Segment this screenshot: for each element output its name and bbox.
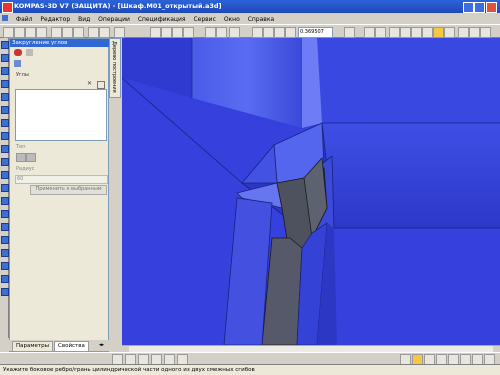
- menu-view[interactable]: Вид: [78, 16, 90, 23]
- rotate-icon[interactable]: [375, 27, 386, 38]
- perspective-icon[interactable]: [444, 27, 455, 38]
- menu-file[interactable]: Файл: [16, 16, 33, 23]
- calculator-icon[interactable]: [216, 27, 227, 38]
- section-icon[interactable]: [458, 27, 469, 38]
- properties-icon[interactable]: [150, 27, 161, 38]
- shaded-icon[interactable]: [433, 27, 444, 38]
- panel-title: Закругление углов: [10, 39, 110, 47]
- pan-icon[interactable]: [364, 27, 375, 38]
- points-tool-icon[interactable]: [1, 171, 9, 179]
- sheet-metal-tool-icon[interactable]: [1, 119, 9, 127]
- tree-tab-label: Дерево построения: [111, 41, 117, 93]
- delete-edge-icon[interactable]: ✕: [87, 81, 93, 87]
- paste-icon[interactable]: [73, 27, 84, 38]
- tree-side-tab[interactable]: Дерево построения: [109, 38, 121, 98]
- status-text: Укажите боковое ребро/грань цилиндрическ…: [3, 367, 255, 373]
- halftone-icon[interactable]: [422, 27, 433, 38]
- dimension-tool-icon[interactable]: [1, 54, 9, 62]
- zoom-field[interactable]: 0.369507: [298, 27, 333, 38]
- tab-scroll-arrows-icon[interactable]: ◂▸: [99, 342, 104, 348]
- menu-specification[interactable]: Спецификация: [138, 16, 186, 23]
- cursor-icon[interactable]: [480, 27, 491, 38]
- curves-tool-icon[interactable]: [1, 158, 9, 166]
- measure-tool-icon[interactable]: [1, 93, 9, 101]
- type-arc-icon[interactable]: [16, 153, 26, 162]
- zoom-window-icon[interactable]: [274, 27, 285, 38]
- select-tool-icon[interactable]: [1, 106, 9, 114]
- surfaces-tool-icon[interactable]: [1, 132, 9, 140]
- zoom-fit-icon[interactable]: [285, 27, 296, 38]
- view-orientation-icon[interactable]: [344, 27, 355, 38]
- variables-icon[interactable]: [172, 27, 183, 38]
- geometry-tool-icon[interactable]: [1, 41, 9, 49]
- measure-icon[interactable]: [183, 27, 194, 38]
- maximize-icon[interactable]: [474, 2, 485, 13]
- help-icon[interactable]: [114, 27, 125, 38]
- thin-lines-icon[interactable]: [411, 27, 422, 38]
- new-file-icon[interactable]: [3, 27, 14, 38]
- panel-tabs: Параметры Свойства ◂▸: [9, 340, 109, 352]
- select-edge-icon[interactable]: [14, 60, 21, 67]
- horizontal-scrollbar[interactable]: [122, 345, 500, 352]
- doc-icon: [2, 15, 8, 21]
- open-file-icon[interactable]: [14, 27, 25, 38]
- assembly-tool-icon[interactable]: [1, 223, 9, 231]
- hidden-lines-icon[interactable]: [400, 27, 411, 38]
- tab-properties[interactable]: Свойства: [54, 341, 89, 352]
- extra-tool-icon[interactable]: [1, 288, 9, 296]
- planes-tool-icon[interactable]: [1, 184, 9, 192]
- main-toolbar: 0.369507: [0, 24, 500, 38]
- save-icon[interactable]: [25, 27, 36, 38]
- type-fillet-icon[interactable]: [26, 153, 36, 162]
- print-icon[interactable]: [36, 27, 47, 38]
- axis-tool-icon[interactable]: [1, 197, 9, 205]
- menu-operations[interactable]: Операции: [98, 16, 130, 23]
- status-bar: Укажите боковое ребро/грань цилиндрическ…: [0, 364, 500, 375]
- library-icon[interactable]: [205, 27, 216, 38]
- apply-button[interactable]: Применить к выбранным: [30, 185, 107, 195]
- report-tool-icon[interactable]: [1, 249, 9, 257]
- spec-tool-icon[interactable]: [1, 236, 9, 244]
- close-icon[interactable]: [486, 2, 497, 13]
- edges-listbox[interactable]: [15, 89, 107, 141]
- window-title: KOMPAS-3D V7 (ЗАЩИТА) - [Шкаф.M01_открыт…: [14, 2, 222, 10]
- menu-bar: Файл Редактор Вид Операции Спецификация …: [0, 13, 500, 24]
- zoom-out-icon[interactable]: [263, 27, 274, 38]
- wireframe-icon[interactable]: [389, 27, 400, 38]
- minimize-icon[interactable]: [463, 2, 474, 13]
- type-label: Тип: [16, 144, 26, 150]
- title-bar: KOMPAS-3D V7 (ЗАЩИТА) - [Шкаф.M01_открыт…: [0, 0, 500, 13]
- radius-field[interactable]: 60: [15, 175, 108, 184]
- constraints-tool-icon[interactable]: [1, 210, 9, 218]
- create-object-icon[interactable]: [26, 49, 33, 56]
- edges-label: Углы: [16, 72, 29, 78]
- radius-label: Радиус: [16, 166, 35, 172]
- tree-icon[interactable]: [161, 27, 172, 38]
- menu-service[interactable]: Сервис: [193, 16, 215, 23]
- tab-parameters[interactable]: Параметры: [12, 341, 53, 352]
- menu-window[interactable]: Окно: [224, 16, 240, 23]
- app-icon: [2, 2, 13, 13]
- current-state-toolbar: [0, 352, 500, 365]
- parametrize-tool-icon[interactable]: [1, 80, 9, 88]
- undo-icon[interactable]: [88, 27, 99, 38]
- filter-icon[interactable]: [469, 27, 480, 38]
- arrays-tool-icon[interactable]: [1, 145, 9, 153]
- library-tool-icon[interactable]: [1, 275, 9, 283]
- properties-panel: Закругление углов Углы ✕ Тип Радиус 60 П…: [9, 38, 110, 352]
- macro-tool-icon[interactable]: [1, 262, 9, 270]
- cut-icon[interactable]: [51, 27, 62, 38]
- redo-icon[interactable]: [99, 27, 110, 38]
- model-render: [122, 38, 500, 345]
- stop-icon[interactable]: [14, 49, 22, 56]
- menu-edit[interactable]: Редактор: [40, 16, 70, 23]
- edit-tool-icon[interactable]: [1, 67, 9, 75]
- copy-icon[interactable]: [62, 27, 73, 38]
- rebuild-icon[interactable]: [229, 27, 240, 38]
- menu-help[interactable]: Справка: [248, 16, 274, 23]
- model-viewport[interactable]: [122, 38, 500, 345]
- zoom-in-icon[interactable]: [252, 27, 263, 38]
- edge-list-icon[interactable]: [97, 81, 105, 89]
- left-compact-toolbar: [0, 38, 9, 338]
